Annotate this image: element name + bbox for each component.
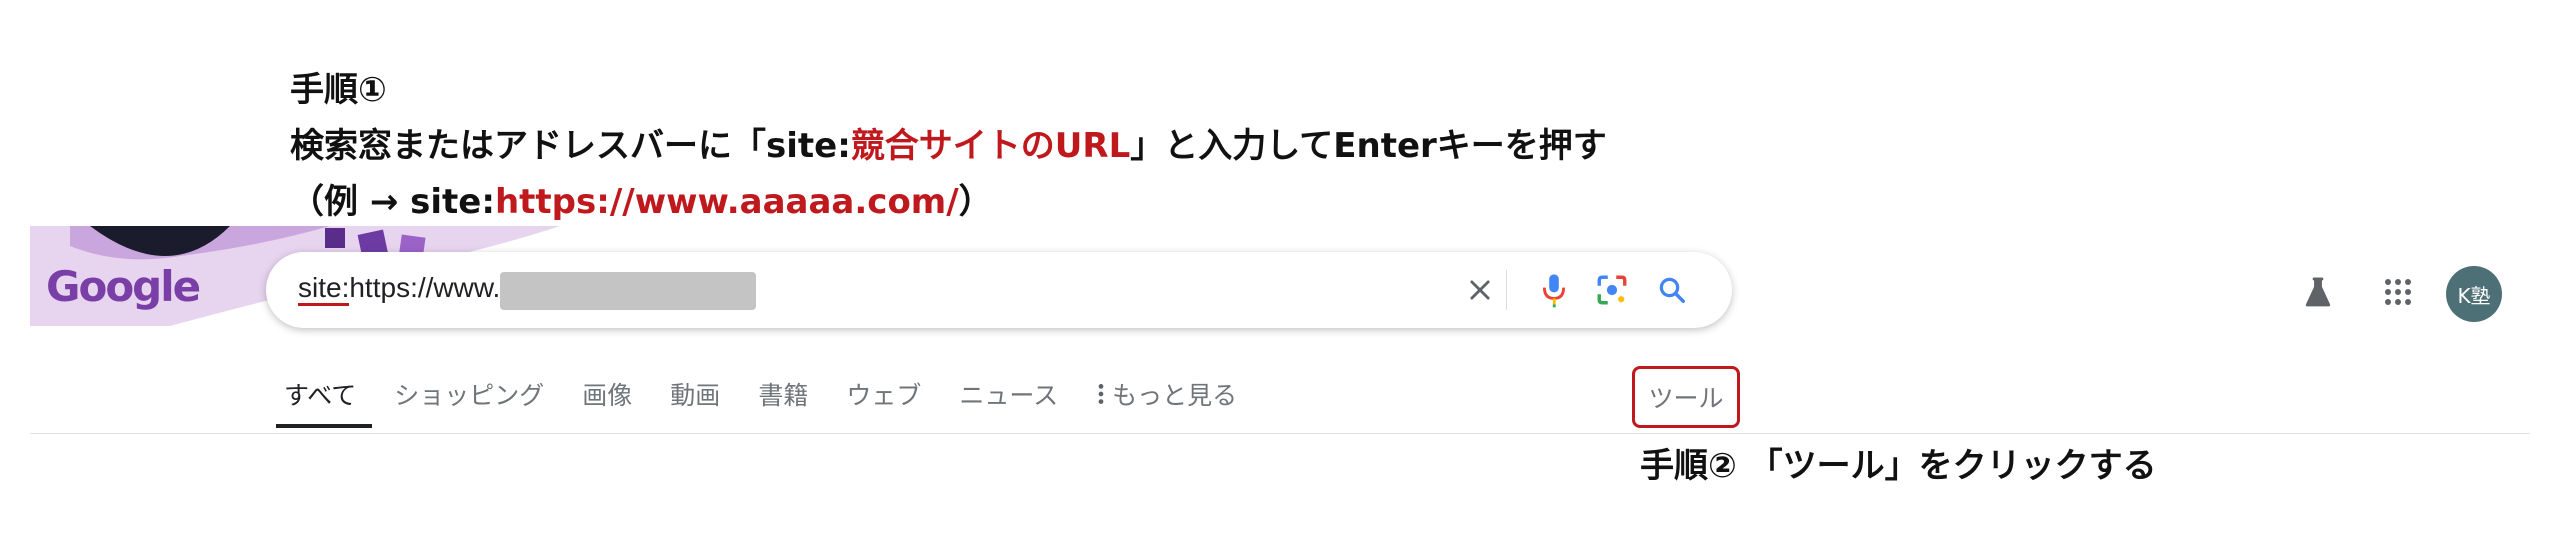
search-icon[interactable] (1652, 270, 1692, 310)
step1-line2-highlight: https://www.aaaaa.com/ (494, 182, 959, 222)
search-tabs: すべて ショッピング 画像 動画 書籍 ウェブ ニュース もっと見る (275, 376, 1275, 428)
tab-more[interactable]: もっと見る (1096, 376, 1237, 412)
microphone-icon[interactable] (1534, 270, 1574, 310)
step2-instruction: 手順② 「ツール」をクリックする (1640, 446, 2157, 486)
redacted-url (500, 272, 756, 310)
tools-button[interactable]: ツール (1632, 366, 1740, 428)
step1-line1-tail: 」と入力してEnterキーを押す (1130, 126, 1607, 166)
close-icon[interactable] (1460, 270, 1500, 310)
step1-line1-text: 検索窓またはアドレスバーに「site: (290, 126, 851, 166)
query-site-operator: site: (298, 272, 350, 306)
tab-books[interactable]: 書籍 (758, 376, 808, 412)
tab-videos[interactable]: 動画 (670, 376, 720, 412)
tab-web[interactable]: ウェブ (846, 376, 921, 412)
camera-lens-icon[interactable] (1592, 270, 1632, 310)
flask-icon[interactable] (2296, 270, 2340, 314)
search-input[interactable]: site:https://www. (298, 272, 501, 306)
search-box[interactable]: site:https://www. (266, 252, 1732, 328)
step1-title: 手順① (290, 70, 387, 110)
step1-line1: 検索窓またはアドレスバーに「site:競合サイトのURL」と入力してEnterキ… (290, 118, 1607, 174)
tab-news[interactable]: ニュース (959, 376, 1058, 412)
more-vert-icon (1098, 384, 1104, 404)
search-divider (1506, 270, 1507, 310)
tabs-divider (30, 433, 2530, 434)
step1-line2-tail: ） (958, 182, 993, 222)
instructions: 手順① 検索窓またはアドレスバーに「site:競合サイトのURL」と入力してEn… (290, 62, 1607, 230)
apps-grid-icon[interactable] (2376, 270, 2420, 314)
avatar[interactable]: K塾 (2446, 266, 2502, 322)
google-logo-text: Google (46, 262, 201, 311)
tab-images[interactable]: 画像 (582, 376, 632, 412)
tab-shopping[interactable]: ショッピング (394, 376, 544, 412)
query-url: https://www. (349, 272, 501, 303)
step1-line2: （例 → site:https://www.aaaaa.com/） (290, 174, 1607, 230)
tab-all[interactable]: すべて (275, 376, 373, 428)
step1-line1-highlight: 競合サイトのURL (850, 126, 1131, 166)
step1-line2-text: （例 → site: (290, 182, 495, 222)
more-label: もっと見る (1112, 381, 1238, 410)
